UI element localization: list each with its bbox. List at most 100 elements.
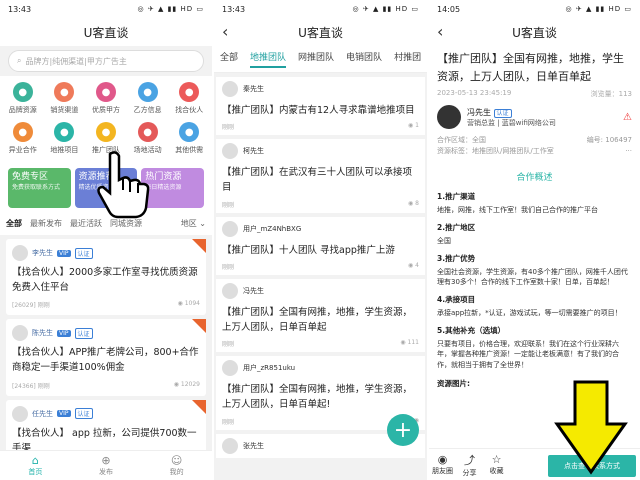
category-icon: ● <box>95 122 116 142</box>
corner-badge <box>192 239 206 253</box>
user-icon: ☺ <box>170 454 183 467</box>
auth-badge: 认证 <box>74 247 93 259</box>
star-icon: ☆ <box>491 453 502 466</box>
category-5[interactable]: ● 异业合作 <box>2 122 44 162</box>
banner-sub: 每日精选资源 <box>145 183 182 191</box>
action-label: 分享 <box>462 468 477 477</box>
feed-card[interactable]: 李先生 VIP 认证 【找合伙人】2000多家工作室寻找优质资源免费入住平台 [2602… <box>6 239 206 316</box>
back-icon[interactable]: ‹ <box>222 22 228 41</box>
post-date: 2023-05-13 23:45:19 <box>437 89 512 98</box>
auth-badge: 认证 <box>74 327 93 339</box>
category-3[interactable]: ● 乙方信息 <box>127 82 169 122</box>
user-name: 张先生 <box>243 441 264 450</box>
tab-online-team[interactable]: 网推团队 <box>298 50 334 68</box>
category-icon: ● <box>54 122 75 142</box>
region-filter[interactable]: 地区 ⌄ <box>181 218 206 229</box>
block-text: 全国社会资源，学生资源，有40多个推广团队，网推千人团代理有30多个！合作的线下… <box>437 267 628 286</box>
back-icon[interactable]: ‹ <box>437 22 443 41</box>
chevron-down-icon: ⌄ <box>199 219 206 228</box>
moments-button[interactable]: ◉ 朋友圈 <box>429 453 456 476</box>
card-meta: [26029] 刚刚 ◉ 1094 <box>12 300 200 309</box>
nav-home[interactable]: ⌂ 首页 <box>28 454 42 477</box>
block-heading: 4.承接项目 <box>437 295 476 305</box>
alert-icon[interactable]: ⚠ <box>623 112 632 123</box>
resource-tags: 资源标签：地推团队/网推团队/工作室 <box>437 147 554 156</box>
category-icon: ● <box>12 122 33 142</box>
region-label: 地区 <box>180 219 197 228</box>
category-4[interactable]: ● 找合伙人 <box>168 82 210 122</box>
category-6[interactable]: ● 地推项目 <box>44 122 86 162</box>
item-user: 冯先生 <box>222 282 419 299</box>
tab-all[interactable]: 全部 <box>220 50 238 68</box>
auth-badge: 认证 <box>493 108 512 118</box>
category-icon: ● <box>12 82 33 102</box>
list-item[interactable]: 柯先生 【推广团队】在武汉有三十人团队可以承接项目 刚刚 ◉ 8 <box>216 139 425 213</box>
vip-badge: VIP <box>57 329 71 337</box>
camera-icon: ◉ <box>437 453 448 466</box>
item-time: 刚刚 <box>222 341 235 349</box>
user-name: 秦先生 <box>243 85 264 93</box>
view-count: ◉ 111 <box>400 339 419 347</box>
avatar <box>222 143 238 160</box>
list-item[interactable]: 冯先生 【推广团队】全国有网推，地推，学生资源，上万人团队，日单百单起 刚刚 ◉ 11… <box>216 278 425 353</box>
tab-telesales-team[interactable]: 电销团队 <box>346 50 382 68</box>
top-bar: U客直谈 <box>0 18 212 46</box>
list-item[interactable]: 秦先生 【推广团队】内蒙古有12人寻求靠谱地推项目 刚刚 ◉ 1 <box>216 77 425 136</box>
card-id-time: [26029] 刚刚 <box>12 302 50 310</box>
category-tabs: 全部 地推团队 网推团队 电销团队 村推团 <box>214 46 427 73</box>
category-0[interactable]: ● 品牌资源 <box>2 82 44 122</box>
user-name: 用户_mZ4NhBXG <box>243 224 302 233</box>
search-placeholder: 品牌方|纯佣渠道|甲方广告主 <box>25 56 127 66</box>
banner-free[interactable]: 免费专区 免费获取联系方式 <box>8 168 71 208</box>
add-post-button[interactable]: + <box>387 414 419 446</box>
user-name: 柯先生 <box>243 147 264 156</box>
tab-all[interactable]: 全部 <box>6 218 22 229</box>
tab-ground-team[interactable]: 地推团队 <box>250 50 287 68</box>
block-heading: 5.其他补充（选填） <box>437 326 506 336</box>
banner-title: 免费专区 <box>12 172 49 182</box>
share-button[interactable]: ⤴ 分享 <box>456 452 483 478</box>
favorite-button[interactable]: ☆ 收藏 <box>483 453 510 476</box>
feed-card[interactable]: 陈先生 VIP 认证 【找合伙人】APP推广老牌公司，800+合作商稳定一手渠道100… <box>6 319 206 396</box>
item-time: 刚刚 <box>222 124 235 132</box>
more-icon[interactable]: ··· <box>625 146 632 157</box>
tab-latest[interactable]: 最新发布 <box>30 218 62 229</box>
poster-info[interactable]: 冯先生 认证 营销总监 | 蓝碧wifi网络公司 ⚠ <box>429 101 640 133</box>
card-user: 陈先生 VIP 认证 <box>12 325 200 342</box>
nav-publish[interactable]: ⊕ 发布 <box>99 454 113 477</box>
team-list-screen: 13:43 ◎ ✈ ▲ ▮▮ HD ▭ ‹ U客直谈 全部 地推团队 网推团队 电销… <box>214 0 427 480</box>
user-name: 陈先生 <box>32 329 53 338</box>
tab-village-team[interactable]: 村推团 <box>394 50 421 68</box>
item-user: 秦先生 <box>222 81 419 97</box>
view-count: ◉ 12029 <box>173 380 200 388</box>
share-icon: ⤴ <box>464 453 475 467</box>
overview-block: 3.推广优势 全国社会资源，学生资源，有40多个推广团队，网推千人团代理有30多个… <box>429 253 640 287</box>
avatar <box>222 81 238 97</box>
category-icon: ● <box>95 82 116 102</box>
post-title: 【推广团队】全国有网推，地推，学生资源，上万人团队，日单百单起 <box>437 52 624 83</box>
avatar <box>12 405 28 422</box>
category-2[interactable]: ● 优质甲方 <box>85 82 127 122</box>
vip-badge: VIP <box>57 249 71 257</box>
app-title: U客直谈 <box>83 25 129 40</box>
plus-icon: + <box>393 417 413 443</box>
list-item[interactable]: 用户_mZ4NhBXG 【推广团队】十人团队 寻找app推广上游 刚刚 ◉ 4 <box>216 216 425 275</box>
search-input[interactable]: ⌕ 品牌方|纯佣渠道|甲方广告主 <box>8 50 204 72</box>
status-bar: 13:43 ◎ ✈ ▲ ▮▮ HD ▭ <box>214 0 427 18</box>
corner-badge <box>192 319 206 334</box>
nav-mine[interactable]: ☺ 我的 <box>170 454 184 477</box>
serial-number: 编号: 106497 <box>586 136 632 145</box>
category-label: 其他供需 <box>175 146 204 154</box>
category-icon: ● <box>179 82 200 102</box>
category-label: 优质甲方 <box>91 106 120 114</box>
nav-label: 我的 <box>169 468 184 476</box>
category-9[interactable]: ● 其他供需 <box>168 122 210 162</box>
item-user: 柯先生 <box>222 143 419 160</box>
top-bar: ‹ U客直谈 <box>429 18 640 46</box>
status-bar: 13:43 ◎ ✈ ▲ ▮▮ HD ▭ <box>0 0 212 18</box>
auth-badge: 认证 <box>74 408 93 420</box>
status-time: 13:43 <box>8 4 32 14</box>
app-title: U客直谈 <box>512 25 557 40</box>
app-title: U客直谈 <box>298 25 343 40</box>
category-1[interactable]: ● 销货渠道 <box>44 82 86 122</box>
